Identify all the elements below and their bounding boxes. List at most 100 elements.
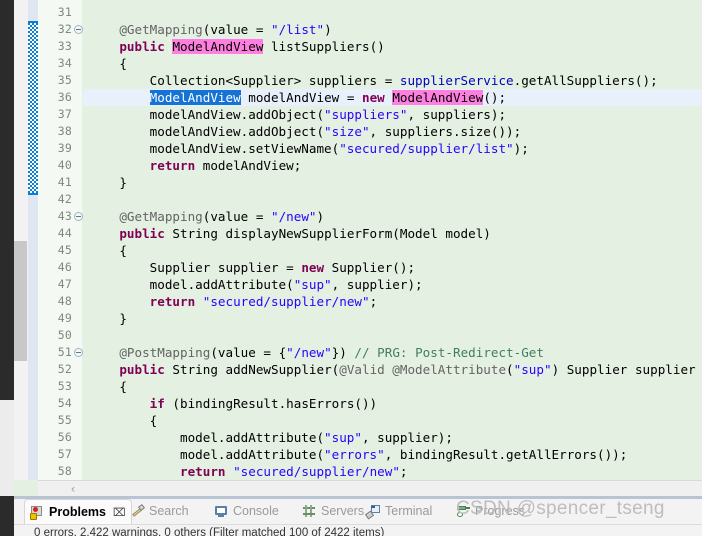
- code-token: modelAndView.setViewName(: [89, 141, 340, 156]
- code-line[interactable]: model.addAttribute("errors", bindingResu…: [83, 446, 702, 463]
- code-token: "/new": [271, 209, 317, 224]
- line-number: 39: [57, 141, 72, 155]
- code-line[interactable]: ModelAndView modelAndView = new ModelAnd…: [83, 89, 702, 106]
- code-line[interactable]: @PostMapping(value = {"/new"}) // PRG: P…: [83, 344, 702, 361]
- code-line[interactable]: modelAndView.addObject("size", suppliers…: [83, 123, 702, 140]
- line-number: 57: [57, 447, 72, 461]
- workbench-left-edge-bottom: [0, 496, 14, 536]
- code-line[interactable]: @GetMapping(value = "/new"): [83, 208, 702, 225]
- code-token: public: [119, 362, 165, 377]
- line-number-gutter[interactable]: 31 32 33 34 35 36 37 38 39 40 41 42 43 44 45 46 47 48 49 50…: [38, 0, 83, 480]
- tab-label: Problems: [49, 505, 106, 519]
- code-line[interactable]: modelAndView.addObject("suppliers", supp…: [83, 106, 702, 123]
- line-number: 48: [57, 294, 72, 308]
- vertical-scrollbar-thumb[interactable]: [14, 241, 27, 361]
- line-number: 33: [57, 39, 72, 53]
- line-number: 51: [57, 345, 72, 359]
- code-token: ModelAndView: [149, 90, 241, 105]
- code-token: model.addAttribute(: [89, 277, 294, 292]
- line-number: 43: [57, 209, 72, 223]
- code-line[interactable]: }: [83, 310, 702, 327]
- code-line[interactable]: return modelAndView;: [83, 157, 702, 174]
- code-line[interactable]: if (bindingResult.hasErrors()): [83, 395, 702, 412]
- code-token: @Valid @ModelAttribute: [339, 362, 507, 377]
- watermark-text: CSDN @spencer_tseng: [456, 498, 665, 519]
- code-line[interactable]: {: [83, 412, 702, 429]
- code-token: "/list": [271, 22, 325, 37]
- tab-terminal[interactable]: Terminal: [364, 499, 433, 523]
- code-canvas[interactable]: @GetMapping(value = "/list") public Mode…: [83, 0, 702, 480]
- line-number: 38: [57, 124, 72, 138]
- code-token: if: [149, 396, 165, 411]
- tab-problems[interactable]: Problems ⌧: [24, 499, 132, 524]
- code-token: modelAndView =: [240, 90, 362, 105]
- line-number: 49: [57, 311, 72, 325]
- tab-search[interactable]: Search: [130, 499, 189, 523]
- code-token: public: [119, 226, 165, 241]
- line-number: 35: [57, 73, 72, 87]
- console-icon: [214, 504, 229, 519]
- line-number: 46: [57, 260, 72, 274]
- code-line[interactable]: return "secured/supplier/new";: [83, 293, 702, 310]
- code-token: }: [89, 311, 127, 326]
- problems-icon: [30, 505, 45, 520]
- code-token: modelAndView;: [195, 158, 302, 173]
- code-line[interactable]: {: [83, 55, 702, 72]
- close-tab-icon[interactable]: ⌧: [113, 506, 126, 519]
- code-line[interactable]: Supplier supplier = new Supplier();: [83, 259, 702, 276]
- line-number: 32: [57, 22, 72, 36]
- code-line[interactable]: modelAndView.setViewName("secured/suppli…: [83, 140, 702, 157]
- tab-servers[interactable]: Servers: [302, 499, 364, 523]
- code-token: modelAndView.addObject(: [89, 107, 325, 122]
- code-token: , suppliers.size());: [369, 124, 522, 139]
- line-number: 42: [57, 192, 72, 206]
- code-line[interactable]: [83, 191, 702, 208]
- java-source-editor[interactable]: 31 32 33 34 35 36 37 38 39 40 41 42 43 44 45 46 47 48 49 50…: [0, 0, 702, 497]
- code-token: {: [89, 413, 158, 428]
- code-token: (value =: [202, 209, 271, 224]
- workbench-left-edge-lower: [0, 400, 14, 496]
- fold-collapse-icon[interactable]: [74, 348, 83, 357]
- terminal-icon: [364, 504, 381, 519]
- code-line[interactable]: return "secured/supplier/new";: [83, 463, 702, 480]
- code-token: (: [506, 362, 514, 377]
- code-line[interactable]: [83, 4, 702, 21]
- editor-overview-ruler[interactable]: [14, 0, 29, 480]
- code-token: model.addAttribute(: [89, 430, 325, 445]
- code-line[interactable]: {: [83, 378, 702, 395]
- code-token: ;: [399, 464, 408, 479]
- line-number: 40: [57, 158, 72, 172]
- editor-horizontal-scrollbar[interactable]: ‹: [38, 480, 702, 497]
- code-line[interactable]: model.addAttribute("sup", supplier);: [83, 429, 702, 446]
- code-line[interactable]: [83, 327, 702, 344]
- tab-label: Console: [233, 504, 279, 518]
- tab-label: Terminal: [385, 504, 433, 518]
- code-token: "secured/supplier/new": [202, 294, 370, 309]
- code-token: "sup": [324, 430, 362, 445]
- code-token: ModelAndView: [392, 90, 484, 105]
- code-line[interactable]: {: [83, 242, 702, 259]
- code-token: (value =: [202, 22, 271, 37]
- code-line[interactable]: @GetMapping(value = "/list"): [83, 21, 702, 38]
- code-line[interactable]: }: [83, 174, 702, 191]
- code-line[interactable]: public String displayNewSupplierForm(Mod…: [83, 225, 702, 242]
- code-token: (value = {: [210, 345, 287, 360]
- fold-collapse-icon[interactable]: [74, 212, 83, 221]
- tab-console[interactable]: Console: [214, 499, 279, 523]
- code-token: "/new": [286, 345, 332, 360]
- fold-collapse-icon[interactable]: [74, 25, 83, 34]
- code-line[interactable]: Collection<Supplier> suppliers = supplie…: [83, 72, 702, 89]
- line-number: 50: [57, 328, 72, 342]
- code-line[interactable]: model.addAttribute("sup", supplier);: [83, 276, 702, 293]
- code-line[interactable]: public ModelAndView listSuppliers(): [83, 38, 702, 55]
- code-line[interactable]: public String addNewSupplier(@Valid @Mod…: [83, 361, 702, 378]
- code-token: Supplier();: [324, 260, 416, 275]
- code-token: public: [119, 39, 165, 54]
- scroll-left-arrow-icon[interactable]: ‹: [66, 482, 80, 496]
